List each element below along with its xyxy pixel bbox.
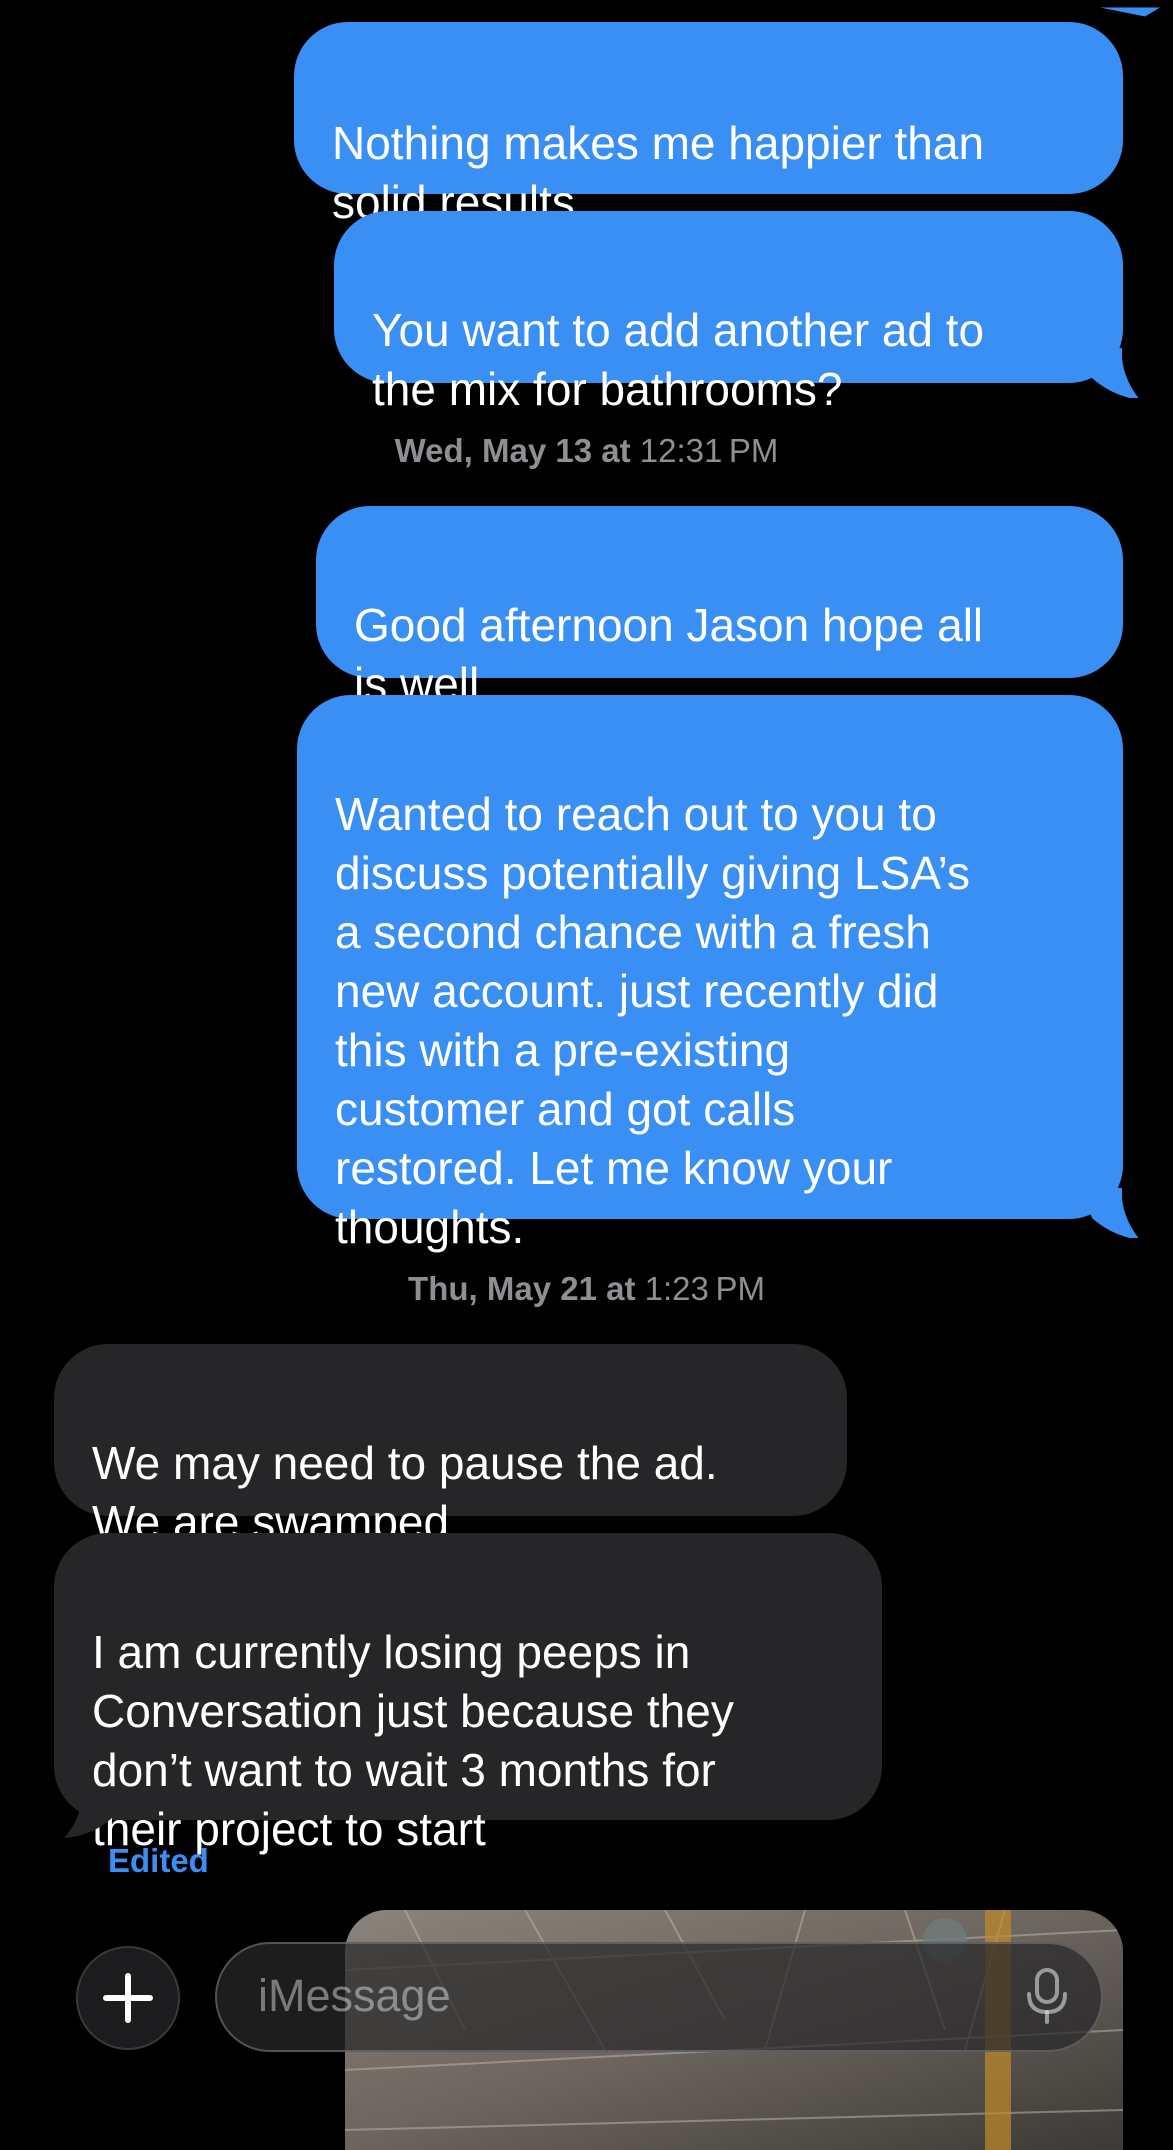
message-text: I am currently losing peeps in Conversat… [92, 1626, 734, 1855]
timestamp-time: 1:23 PM [644, 1270, 765, 1307]
outgoing-message-bubble[interactable]: Good afternoon Jason hope all is well [316, 506, 1123, 710]
message-text: Wanted to reach out to you to discuss po… [335, 788, 970, 1253]
edited-label[interactable]: Edited [108, 1842, 209, 1880]
incoming-message-bubble[interactable]: We may need to pause the ad. We are swam… [54, 1344, 847, 1548]
plus-icon [103, 1973, 153, 2023]
outgoing-message-bubble[interactable]: Wanted to reach out to you to discuss po… [297, 695, 1123, 1253]
microphone-icon[interactable] [1025, 1966, 1069, 2026]
timestamp-day: Wed, May 13 at [394, 432, 631, 469]
bubble-tail [1082, 1188, 1139, 1238]
message-input-placeholder: iMessage [258, 1970, 451, 2021]
outgoing-message-bubble[interactable]: You want to add another ad to the mix fo… [334, 211, 1123, 415]
bubble-tail [64, 1788, 122, 1838]
bubble-tail [1082, 348, 1139, 398]
timestamp-day: Thu, May 21 at [408, 1270, 636, 1307]
message-text: Good afternoon Jason hope all is well [354, 599, 984, 710]
timestamp: Wed, May 13 at 12:31 PM [0, 432, 1173, 470]
message-text: We may need to pause the ad. We are swam… [92, 1437, 718, 1548]
timestamp-time: 12:31 PM [639, 432, 779, 469]
message-text: You want to add another ad to the mix fo… [372, 304, 985, 415]
incoming-message-bubble[interactable]: I am currently losing peeps in Conversat… [54, 1533, 882, 1855]
timestamp: Thu, May 21 at 1:23 PM [0, 1270, 1173, 1308]
previous-bubble-tail [1100, 7, 1160, 17]
add-attachment-button[interactable] [76, 1946, 180, 2050]
outgoing-message-bubble[interactable]: Nothing makes me happier than solid resu… [294, 22, 1123, 228]
